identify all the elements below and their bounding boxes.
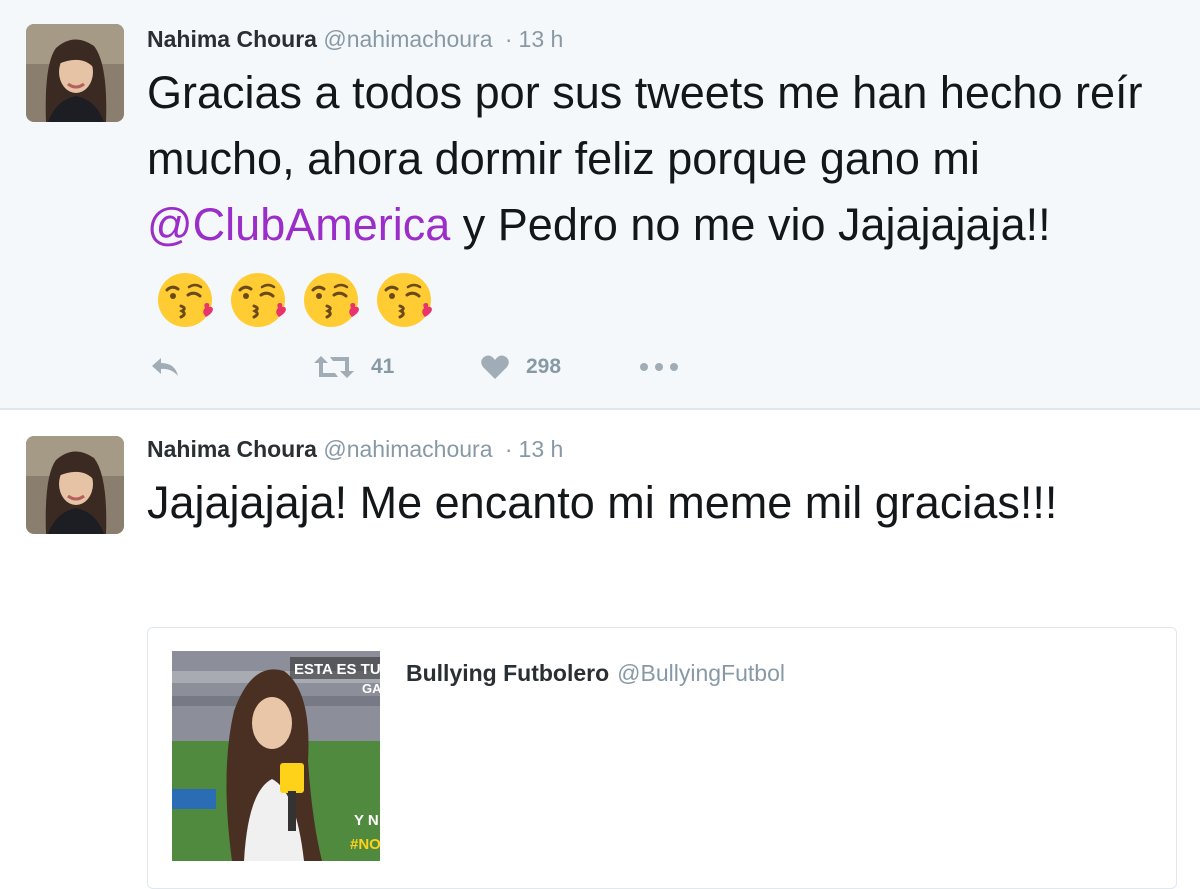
kissing-face-emoji	[228, 268, 292, 332]
quoted-image-caption: GA	[362, 681, 380, 696]
author-handle[interactable]: @nahimachoura	[323, 26, 492, 52]
like-button[interactable]: 298	[480, 346, 561, 388]
more-icon	[640, 363, 678, 371]
author-name[interactable]: Nahima Choura	[147, 436, 317, 462]
more-button[interactable]	[639, 346, 679, 388]
kissing-face-emoji	[301, 268, 365, 332]
avatar[interactable]	[26, 436, 124, 534]
kissing-face-emoji	[155, 268, 219, 332]
tweet-text-part: y Pedro no me vio Jajajajaja!!	[450, 199, 1051, 250]
reply-button[interactable]	[149, 346, 181, 388]
retweet-icon	[314, 356, 354, 378]
tweet-text: Gracias a todos por sus tweets me han he…	[147, 60, 1147, 332]
quoted-tweet-header: Bullying Futbolero @BullyingFutbol	[406, 658, 785, 688]
timestamp[interactable]: 13 h	[519, 436, 564, 462]
emoji-group	[155, 264, 438, 332]
quoted-author-name[interactable]: Bullying Futbolero	[406, 660, 609, 686]
quoted-image-caption: ESTA ES TU	[294, 661, 380, 678]
quoted-image-caption: #NO	[350, 836, 380, 853]
tweet-header: Nahima Choura @nahimachoura · 13 h	[147, 24, 563, 54]
heart-icon	[481, 355, 509, 379]
tweet-text: Jajajajaja! Me encanto mi meme mil graci…	[147, 477, 1058, 528]
tweet[interactable]: Nahima Choura @nahimachoura · 13 h Gracia…	[0, 0, 1200, 410]
mention-link[interactable]: @ClubAmerica	[147, 199, 450, 250]
retweet-count: 41	[371, 355, 395, 378]
quoted-image-caption: Y N	[354, 812, 379, 829]
separator: ·	[504, 26, 513, 52]
avatar[interactable]	[26, 24, 124, 122]
tweet-header: Nahima Choura @nahimachoura · 13 h	[147, 434, 563, 464]
kissing-face-emoji	[374, 268, 438, 332]
retweet-button[interactable]: 41	[313, 346, 394, 388]
tweet[interactable]: Nahima Choura @nahimachoura · 13 h Jajaja…	[0, 410, 1200, 889]
like-count: 298	[526, 355, 562, 378]
timestamp[interactable]: 13 h	[519, 26, 564, 52]
author-name[interactable]: Nahima Choura	[147, 26, 317, 52]
quoted-tweet-image[interactable]: ESTA ES TU GA Y N #NO	[172, 651, 380, 861]
reply-icon	[152, 358, 178, 376]
quoted-author-handle[interactable]: @BullyingFutbol	[617, 660, 785, 686]
quoted-tweet[interactable]: ESTA ES TU GA Y N #NO Bullying Futbolero…	[147, 627, 1177, 889]
separator: ·	[504, 436, 513, 462]
author-handle[interactable]: @nahimachoura	[323, 436, 492, 462]
tweet-text-part: Gracias a todos por sus tweets me han he…	[147, 67, 1143, 184]
